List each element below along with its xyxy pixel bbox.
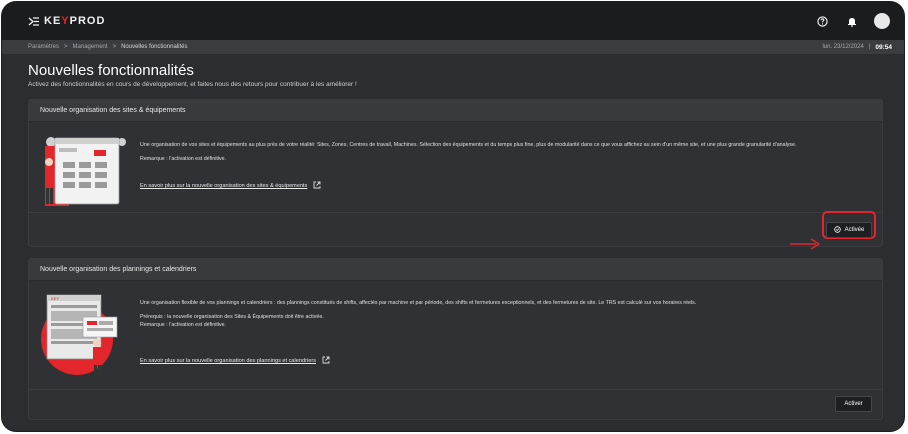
feature-note: Remarque : l'activation est définitive.	[140, 155, 227, 162]
learn-more-link-plannings[interactable]: En savoir plus sur la nouvelle organisat…	[140, 356, 330, 366]
breadcrumb-item-parametres[interactable]: Paramètres	[28, 44, 59, 50]
page-subtitle: Activez des fonctionnalités en cours de …	[28, 81, 357, 88]
link-text[interactable]: En savoir plus sur la nouvelle organisat…	[140, 358, 316, 364]
card-description: Une organisation flexible de vos plannin…	[140, 300, 858, 336]
activated-button[interactable]: Activée	[826, 222, 872, 238]
feature-description: Une organisation flexible de vos plannin…	[140, 300, 697, 306]
sites-illustration	[45, 137, 126, 206]
breadcrumb-item-current: Nouvelles fonctionnalités	[121, 44, 188, 50]
card-title: Nouvelle organisation des sites & équipe…	[29, 100, 882, 122]
breadcrumb-item-management[interactable]: Management	[73, 44, 108, 50]
app-logo[interactable]: KEYPROD	[28, 15, 105, 27]
feature-card-sites: Nouvelle organisation des sites & équipe…	[28, 99, 883, 250]
card-footer-divider	[29, 212, 882, 213]
bell-icon[interactable]	[844, 13, 860, 29]
page-title: Nouvelles fonctionnalités	[28, 62, 194, 79]
feature-prerequisite: Prérequis : la nouvelle organisation des…	[140, 313, 324, 320]
arrow-right-icon	[790, 238, 821, 250]
feature-note: Remarque : l'activation est définitive.	[140, 321, 227, 328]
datetime-separator: |	[868, 44, 871, 50]
card-footer-divider	[29, 389, 882, 390]
activate-button[interactable]: Activer	[835, 396, 872, 412]
breadcrumb-separator: >	[112, 44, 117, 50]
external-link-icon[interactable]	[322, 356, 330, 366]
current-date: lun. 23/12/2024	[822, 44, 864, 50]
check-circle-icon	[833, 225, 841, 235]
current-time: 09:54	[875, 43, 892, 51]
activate-button-label: Activer	[844, 401, 863, 407]
svg-text:KEY: KEY	[51, 296, 59, 301]
external-link-icon[interactable]	[313, 181, 321, 191]
menu-icon[interactable]	[28, 16, 40, 26]
feature-card-plannings: Nouvelle organisation des plannings et c…	[28, 258, 883, 420]
card-description: Une organisation de vos sites et équipem…	[140, 142, 858, 170]
top-bar: KEYPROD	[2, 2, 904, 40]
learn-more-link-sites[interactable]: En savoir plus sur la nouvelle organisat…	[140, 181, 321, 191]
datetime: lun. 23/12/2024 | 09:54	[822, 44, 892, 51]
link-text[interactable]: En savoir plus sur la nouvelle organisat…	[140, 183, 307, 189]
help-icon[interactable]	[814, 13, 830, 29]
logo-text: KEYPROD	[44, 15, 106, 27]
app-window: KEYPROD Paramètres > Management > Nouvel…	[2, 2, 904, 431]
breadcrumb-bar: Paramètres > Management > Nouvelles fonc…	[2, 40, 904, 54]
breadcrumb-separator: >	[64, 44, 68, 50]
avatar[interactable]	[874, 13, 890, 29]
plannings-illustration: KEY	[41, 294, 118, 377]
feature-description: Une organisation de vos sites et équipem…	[140, 142, 797, 148]
activated-button-label: Activée	[844, 227, 865, 233]
breadcrumb: Paramètres > Management > Nouvelles fonc…	[28, 44, 187, 50]
card-title: Nouvelle organisation des plannings et c…	[29, 259, 882, 281]
